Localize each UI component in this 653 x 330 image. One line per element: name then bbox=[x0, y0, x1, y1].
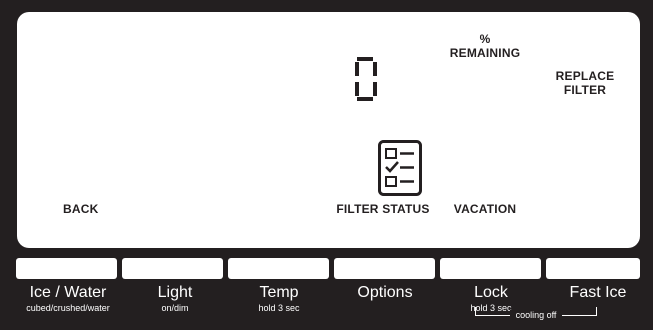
temp-sublabel: hold 3 sec bbox=[258, 303, 300, 313]
options-label: Options bbox=[357, 284, 413, 301]
fast-ice-button[interactable] bbox=[546, 258, 640, 279]
back-label: BACK bbox=[63, 202, 99, 216]
lock-label: Lock bbox=[474, 284, 508, 301]
fast-ice-label: Fast Ice bbox=[569, 284, 627, 301]
ice-water-sublabel: cubed/crushed/water bbox=[26, 303, 110, 313]
replace-filter-line1: REPLACE bbox=[555, 69, 615, 83]
ice-water-button[interactable] bbox=[16, 258, 117, 279]
temp-label: Temp bbox=[259, 284, 299, 301]
replace-filter-line2: FILTER bbox=[563, 83, 607, 97]
vacation-label: VACATION bbox=[453, 202, 517, 216]
filter-status-label: FILTER STATUS bbox=[336, 202, 430, 216]
lock-button[interactable] bbox=[440, 258, 541, 279]
light-sublabel: on/dim bbox=[161, 303, 189, 313]
percent-sign: % bbox=[479, 32, 491, 46]
remaining-label: REMAINING bbox=[449, 46, 521, 60]
button-row bbox=[16, 258, 640, 279]
ice-water-label: Ice / Water bbox=[29, 284, 107, 301]
filter-digit-display bbox=[355, 57, 377, 101]
checklist-icon bbox=[378, 140, 422, 196]
display-screen: % REMAINING 0 REPLACE FILTER BACK FILTER… bbox=[17, 12, 640, 248]
light-label: Light bbox=[157, 284, 193, 301]
options-button[interactable] bbox=[334, 258, 435, 279]
cooling-off-label: cooling off bbox=[510, 310, 562, 320]
temp-button[interactable] bbox=[228, 258, 329, 279]
light-button[interactable] bbox=[122, 258, 223, 279]
